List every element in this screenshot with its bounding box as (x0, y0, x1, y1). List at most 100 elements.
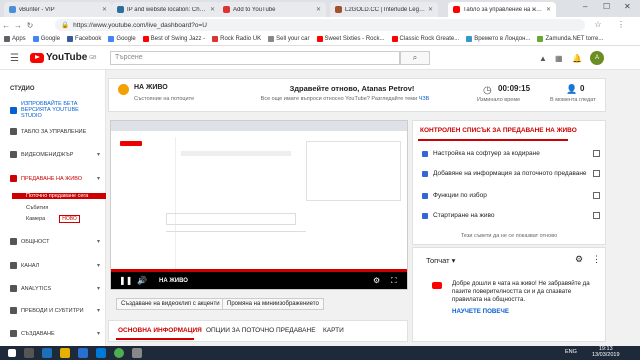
sidebar-item[interactable]: ПРЕДАВАНЕ НА ЖИВО ▾ (10, 175, 100, 182)
close-window-icon[interactable]: ✕ (624, 2, 631, 11)
expand-icon[interactable] (593, 170, 600, 177)
create-highlights-button[interactable]: Създаване на видеоклип с акценти (116, 298, 225, 310)
sidebar-item[interactable]: КАНАЛ ▾ (10, 262, 100, 269)
bookmark-item[interactable]: Sweet Sixties - Rock... (316, 36, 385, 42)
search-input[interactable]: Търсене (110, 51, 400, 65)
sidebar-item[interactable]: ИЗПРОБВАЙТЕ БЕТА ВЕРСИЯТА YOUTUBE STUDIO (10, 101, 100, 119)
bookmark-item[interactable]: Classic Rock Greate... (391, 36, 459, 42)
checklist-item[interactable]: Функции по избор (422, 192, 487, 199)
store-icon[interactable] (78, 348, 88, 358)
star-icon[interactable]: ☆ (592, 20, 604, 29)
browser-tab[interactable]: vBunter - VIP ✕ (4, 2, 112, 17)
url-field[interactable]: 🔒 https://www.youtube.com/live_dashboard… (55, 19, 585, 31)
apps-icon[interactable]: ▦ (555, 54, 563, 63)
bookmark-item[interactable]: Apps (4, 36, 26, 42)
sidebar-item[interactable]: ТАБЛО ЗА УПРАВЛЕНИЕ (10, 128, 100, 135)
bookmark-item[interactable]: Google (32, 36, 60, 42)
tab-close-icon[interactable]: ✕ (102, 6, 107, 13)
search-button[interactable]: ⌕ (400, 51, 430, 65)
faq-link[interactable]: ЧЗВ (419, 96, 430, 102)
bookmark-label: Rock Radio UK (220, 36, 262, 42)
ie-icon[interactable] (42, 348, 52, 358)
pause-icon[interactable]: ❚❚ (119, 276, 132, 285)
bookmark-item[interactable]: Sell your car (268, 36, 310, 42)
expand-icon[interactable] (593, 212, 600, 219)
sidebar-item-label: КАНАЛ (21, 262, 40, 269)
browser-tab[interactable]: Add to YouTube ✕ (218, 2, 326, 17)
edge-icon[interactable] (96, 348, 106, 358)
tab-basic-info[interactable]: ОСНОВНА ИНФОРМАЦИЯ (118, 327, 202, 334)
app-icon[interactable] (132, 348, 142, 358)
browser-tab[interactable]: Табло за управление на живо ✕ (448, 2, 556, 17)
tab-favicon-icon (223, 6, 230, 13)
expand-icon[interactable] (593, 150, 600, 157)
sidebar-item[interactable]: ВИДЕОМЕНИДЖЪР ▾ (10, 151, 100, 158)
chat-header[interactable]: Топчат ▾ (426, 256, 455, 265)
checklist-item[interactable]: Добавяне на информация за поточното пред… (422, 170, 587, 177)
upload-icon[interactable]: ▲ (539, 54, 547, 63)
sidebar-item[interactable]: ПРЕВОДИ И СУБТИТРИ ▾ (10, 307, 100, 314)
avatar[interactable]: A (590, 51, 604, 65)
chrome-icon[interactable] (114, 348, 124, 358)
nested-tab-bar (111, 121, 407, 131)
sidebar-subitem-label: Поточно предаване сега (26, 193, 89, 199)
tab-close-icon[interactable]: ✕ (316, 6, 321, 13)
expand-icon[interactable] (593, 192, 600, 199)
forward-icon[interactable]: → (12, 21, 24, 30)
minimize-icon[interactable]: – (583, 2, 587, 11)
browser-tab[interactable]: L2GOLD.CC | Interlude Legendar✕ (330, 2, 438, 17)
bookmark-item[interactable]: Времето в Лондон... (466, 36, 530, 42)
browser-menu-icon[interactable]: ⋮ (615, 20, 627, 29)
sidebar-subitem[interactable]: Камера НОВО (26, 215, 80, 223)
search-taskbar-icon[interactable] (24, 348, 34, 358)
sidebar-subitem[interactable]: Събития (26, 205, 48, 211)
learn-more-link[interactable]: НАУЧЕТЕ ПОВЕЧЕ (452, 308, 509, 315)
settings-icon[interactable]: ⚙ (373, 276, 380, 285)
notifications-icon[interactable]: 🔔 (572, 54, 582, 63)
video-preview[interactable]: ❚❚ 🔊 НА ЖИВО ⚙ ⛶ (110, 120, 408, 290)
youtube-logo[interactable]: YouTube GB (30, 52, 97, 63)
sidebar-item[interactable]: ANALYTICS ▾ (10, 285, 100, 292)
bookmark-item[interactable]: Google (108, 36, 136, 42)
browser-tab[interactable]: IP and website location: Check h ✕ (112, 2, 220, 17)
chat-more-icon[interactable]: ⋮ (592, 254, 601, 265)
bookmark-icon (67, 36, 74, 42)
checklist-item-icon (422, 212, 428, 219)
sidebar-item[interactable]: СЪЗДАВАНЕ ▾ (10, 330, 100, 337)
tab-cards[interactable]: КАРТИ (323, 327, 344, 334)
folder-icon[interactable] (60, 348, 70, 358)
tab-close-icon[interactable]: ✕ (428, 6, 433, 13)
windows-start-icon[interactable] (8, 349, 16, 357)
bookmark-item[interactable]: Rock Radio UK (212, 36, 261, 42)
hide-tips-link[interactable]: Тези съвети да не се показват отново (412, 233, 606, 239)
sidebar-item[interactable]: ОБЩНОСТ ▾ (10, 238, 100, 245)
change-thumbnail-button[interactable]: Промяна на миниизображението (222, 298, 324, 310)
reload-icon[interactable]: ↻ (24, 21, 36, 30)
sidebar-item-icon (10, 262, 17, 269)
sidebar-subitem[interactable]: Поточно предаване сега (12, 193, 106, 199)
chat-settings-icon[interactable]: ⚙ (575, 254, 583, 265)
checklist-item[interactable]: Стартиране на живо (422, 212, 495, 219)
bookmark-icon (537, 36, 544, 42)
language-indicator[interactable]: ENG (565, 349, 577, 355)
bookmark-item[interactable]: Best of Swing Jazz - (142, 36, 205, 42)
tab-stream-options[interactable]: ОПЦИИ ЗА ПОТОЧНО ПРЕДАВАНЕ (206, 327, 316, 334)
tab-active-indicator (116, 338, 194, 340)
chevron-down-icon: ▾ (96, 308, 100, 314)
volume-icon[interactable]: 🔊 (137, 276, 147, 285)
windows-taskbar (0, 346, 640, 360)
hamburger-icon[interactable]: ☰ (10, 53, 19, 64)
maximize-icon[interactable]: ☐ (603, 2, 610, 11)
tab-close-icon[interactable]: ✕ (546, 6, 551, 13)
bookmark-item[interactable]: Zamunda.NET torre... (537, 36, 603, 42)
bookmark-item[interactable]: Facebook (67, 36, 101, 42)
sidebar-item-label: СЪЗДАВАНЕ (21, 330, 55, 337)
clock[interactable]: 19:13 13/03/2019 (592, 346, 620, 358)
checklist-item-label: Функции по избор (433, 192, 487, 199)
tab-close-icon[interactable]: ✕ (210, 6, 215, 13)
bookmark-label: Zamunda.NET torre... (545, 36, 604, 42)
back-icon[interactable]: ← (0, 21, 12, 30)
tab-title: IP and website location: Check h (127, 6, 207, 13)
fullscreen-icon[interactable]: ⛶ (391, 276, 397, 286)
checklist-item[interactable]: Настройка на софтуер за кодиране (422, 150, 540, 157)
